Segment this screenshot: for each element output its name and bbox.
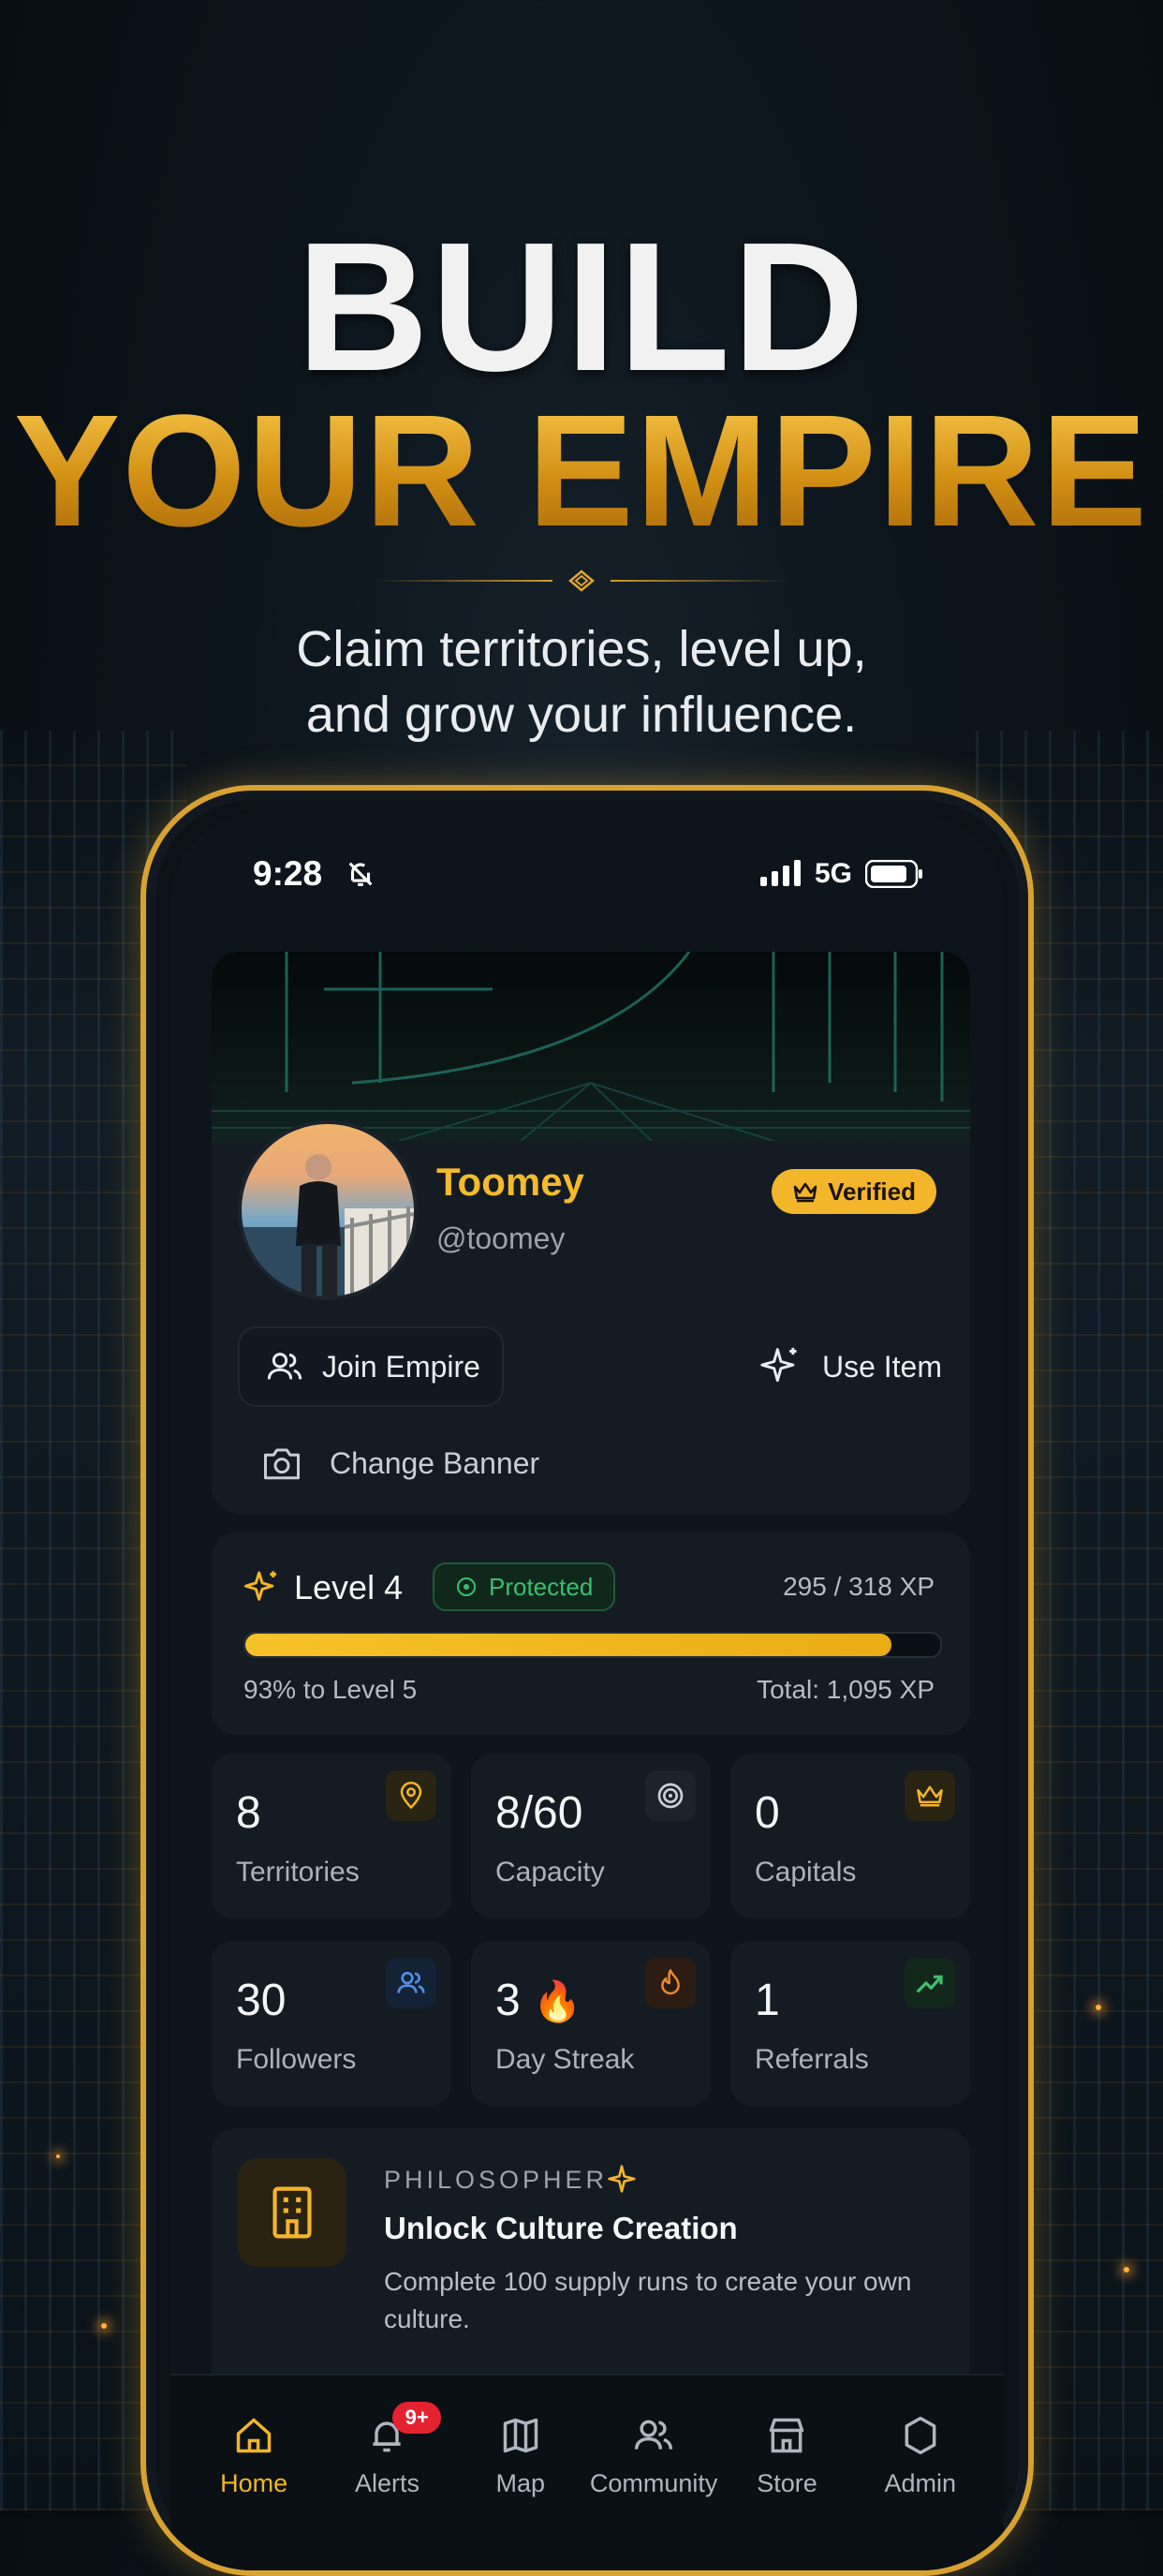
level-title: Level 4 [294,1568,404,1606]
crown-icon [793,1182,817,1203]
change-banner-button[interactable]: Change Banner [262,1422,539,1504]
xp-readout: 295 / 318 XP [783,1572,935,1601]
store-icon [770,2418,804,2453]
status-time: 9:28 [253,854,323,893]
unlock-description: Complete 100 supply runs to create your … [384,2267,912,2333]
level-card: Level 4 Protected 295 / 318 XP 93% to Le… [212,1532,970,1735]
stat-label: Territories [236,1857,360,1888]
fire-emoji: 🔥 [533,1979,582,2023]
stat-card-referrals[interactable]: 1 Referrals [730,1941,970,2106]
users-icon [267,1353,302,1380]
alerts-count-badge: 9+ [392,2402,442,2434]
home-icon [236,2418,272,2453]
stats-grid: 8 Territories 8/60 Capacity 0 Capitals 3… [212,1754,970,2106]
stat-card-capitals[interactable]: 0 Capitals [730,1754,970,1918]
bell-off-icon [348,862,373,886]
tab-label: Alerts [354,2469,420,2497]
users-icon [386,1958,436,2008]
xp-total: Total: 1,095 XP [757,1675,935,1704]
hero-title-line1: BUILD [296,204,867,409]
users-icon [635,2420,673,2450]
ornament-divider [375,570,788,592]
stat-value: 8/60 [495,1788,583,1838]
flame-icon [645,1958,696,2008]
tab-label: Admin [884,2469,957,2497]
app-screen: 9:28 5G Toomey @toomey Verified Join Emp… [170,813,1004,2570]
join-empire-button[interactable]: Join Empire [238,1326,504,1407]
map-icon [503,2418,538,2453]
profile-banner[interactable] [212,952,970,1141]
tab-admin[interactable]: Admin [854,2376,987,2570]
tab-label: Store [757,2469,817,2497]
stat-label: Day Streak [495,2044,635,2075]
avatar-photo [242,1154,414,1296]
shield-icon [905,2416,936,2455]
crown-icon [905,1770,955,1821]
ember-spark [56,2154,60,2158]
stat-card-territories[interactable]: 8 Territories [212,1754,451,1918]
ember-spark [101,2323,107,2329]
status-bar: 9:28 5G [170,849,1004,905]
phone-frame: 9:28 5G Toomey @toomey Verified Join Emp… [140,785,1034,2576]
map-pin-icon [386,1770,436,1821]
tab-community[interactable]: Community [587,2376,720,2570]
ember-spark [1096,2005,1101,2010]
stat-value: 0 [755,1788,780,1838]
stat-card-day-streak[interactable]: 3 🔥 Day Streak [471,1941,711,2106]
tab-label: Community [589,2469,718,2497]
profile-name: Toomey [436,1160,584,1204]
hero-tagline: Claim territories, level up, and grow yo… [296,621,867,743]
tab-label: Map [495,2469,546,2497]
xp-next-level: 93% to Level 5 [243,1675,418,1704]
profile-handle: @toomey [436,1221,566,1255]
sparkle-icon [760,1347,797,1383]
unlock-kicker: PHILOSOPHER [384,2166,609,2194]
stat-card-capacity[interactable]: 8/60 Capacity [471,1754,711,1918]
unlock-title: Unlock Culture Creation [384,2211,738,2245]
stat-label: Capacity [495,1857,605,1888]
xp-progress-fill [245,1634,892,1656]
verified-badge: Verified [772,1169,936,1214]
tab-home[interactable]: Home [187,2376,320,2570]
stat-label: Capitals [755,1857,857,1888]
stat-card-followers[interactable]: 30 Followers [212,1941,451,2106]
hero-title-line2: YOUR EMPIRE [0,392,1163,551]
stat-label: Referrals [755,2044,869,2075]
protected-badge: Protected [433,1562,616,1611]
stat-label: Followers [236,2044,357,2075]
sparkle-icon [244,1571,276,1601]
avatar[interactable] [238,1120,418,1300]
network-label: 5G [814,858,852,889]
tab-store[interactable]: Store [720,2376,853,2570]
signal-icon [760,860,801,886]
profile-card: Toomey @toomey Verified Join Empire Use … [212,952,970,1514]
building-icon [238,2158,346,2267]
sparkle-icon [608,2165,636,2193]
use-item-button[interactable]: Use Item [760,1326,942,1407]
tab-bar: Home 9+ Alerts Map Community Store Admin [170,2374,1004,2570]
battery-icon [865,860,922,888]
xp-progress-bar [243,1632,942,1658]
stat-value: 3 🔥 [495,1976,582,2025]
stat-value: 1 [755,1976,780,2025]
banner-grid-art [212,952,970,1141]
trend-up-icon [905,1958,955,2008]
tab-alerts[interactable]: 9+ Alerts [320,2376,453,2570]
stat-value: 8 [236,1788,261,1838]
ember-spark [1124,2267,1129,2273]
stat-value: 30 [236,1976,287,2025]
camera-icon [264,1448,300,1480]
shield-check-icon [457,1577,476,1596]
tab-label: Home [220,2469,288,2497]
diamond-ornament-icon [568,570,595,592]
target-icon [645,1770,696,1821]
tab-map[interactable]: Map [454,2376,587,2570]
unlock-card[interactable]: PHILOSOPHER Unlock Culture Creation Comp… [212,2128,970,2409]
